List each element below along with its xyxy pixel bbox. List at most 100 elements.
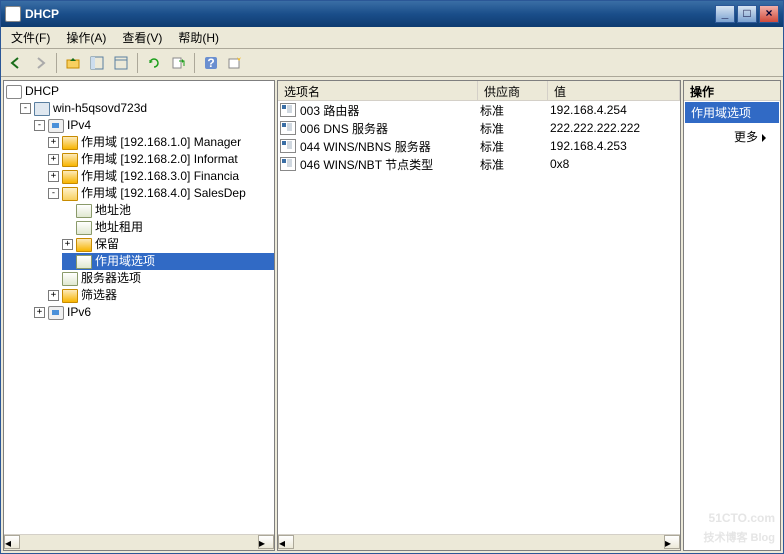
list-h-scrollbar[interactable]: ◂▸	[278, 534, 680, 550]
list-body: 003 路由器标准192.168.4.254006 DNS 服务器标准222.2…	[278, 101, 680, 173]
expand-toggle[interactable]: +	[62, 239, 73, 250]
collapse-toggle[interactable]: -	[20, 103, 31, 114]
tree-pane[interactable]: DHCP -win-h5qsovd723d -IPv4 +作用域 [192.16…	[3, 80, 275, 551]
menu-help[interactable]: 帮助(H)	[170, 27, 227, 48]
tree-server-options[interactable]: 服务器选项	[48, 270, 274, 287]
svg-text:?: ?	[207, 56, 214, 70]
properties-button[interactable]	[110, 52, 132, 74]
tree-address-pool[interactable]: 地址池	[62, 202, 274, 219]
tree-label: 地址租用	[95, 219, 143, 236]
cell-name: 044 WINS/NBNS 服务器	[300, 138, 480, 155]
forward-button[interactable]	[29, 52, 51, 74]
toolbar-separator-3	[194, 53, 195, 73]
tree-scope-options[interactable]: 作用域选项	[62, 253, 274, 270]
collapse-toggle[interactable]: -	[48, 188, 59, 199]
collapse-toggle[interactable]: -	[34, 120, 45, 131]
tree-scope-4[interactable]: - 作用域 [192.168.4.0] SalesDep	[48, 185, 274, 202]
cell-value: 222.222.222.222	[550, 121, 680, 135]
menubar: 文件(F) 操作(A) 查看(V) 帮助(H)	[1, 27, 783, 49]
menu-action[interactable]: 操作(A)	[58, 27, 114, 48]
expand-toggle[interactable]: +	[34, 307, 45, 318]
tree-scope-2[interactable]: + 作用域 [192.168.2.0] Informat	[48, 151, 274, 168]
scroll-left-button[interactable]: ◂	[4, 535, 20, 549]
minimize-button[interactable]: _	[715, 5, 735, 23]
titlebar: DHCP _ □ ×	[1, 1, 783, 27]
tree-label: 服务器选项	[81, 270, 141, 287]
maximize-button[interactable]: □	[737, 5, 757, 23]
cell-value: 192.168.4.254	[550, 103, 680, 117]
list-row[interactable]: 003 路由器标准192.168.4.254	[278, 101, 680, 119]
cell-vendor: 标准	[480, 156, 550, 173]
folder-icon	[62, 170, 78, 184]
server-options-icon	[62, 272, 78, 286]
ipv4-icon	[48, 119, 64, 133]
tree-filters[interactable]: + 筛选器	[48, 287, 274, 304]
content-area: DHCP -win-h5qsovd723d -IPv4 +作用域 [192.16…	[1, 78, 783, 553]
col-header-vendor[interactable]: 供应商	[478, 81, 548, 100]
cell-name: 003 路由器	[300, 102, 480, 119]
actions-context[interactable]: 作用域选项	[685, 102, 779, 123]
cell-vendor: 标准	[480, 120, 550, 137]
cell-name: 006 DNS 服务器	[300, 120, 480, 137]
list-row[interactable]: 006 DNS 服务器标准222.222.222.222	[278, 119, 680, 137]
export-button[interactable]	[167, 52, 189, 74]
help-icon: ?	[204, 56, 218, 70]
option-icon	[280, 157, 296, 171]
tree-ipv6[interactable]: + IPv6	[34, 304, 274, 321]
tree-scope-3[interactable]: + 作用域 [192.168.3.0] Financia	[48, 168, 274, 185]
show-hide-tree-button[interactable]	[86, 52, 108, 74]
tree-label: IPv6	[67, 304, 91, 321]
tree-h-scrollbar[interactable]: ◂▸	[4, 534, 274, 550]
wizard-icon	[228, 56, 242, 70]
tree-label: 作用域 [192.168.3.0] Financia	[81, 168, 239, 185]
actions-pane: 操作 作用域选项 更多	[683, 80, 781, 551]
tree-label: 筛选器	[81, 287, 117, 304]
close-button[interactable]: ×	[759, 5, 779, 23]
scroll-right-button[interactable]: ▸	[258, 535, 274, 549]
refresh-button[interactable]	[143, 52, 165, 74]
app-icon	[5, 6, 21, 22]
menu-view[interactable]: 查看(V)	[114, 27, 170, 48]
refresh-icon	[147, 56, 161, 70]
col-header-value[interactable]: 值	[548, 81, 680, 100]
toolbar-separator-2	[137, 53, 138, 73]
tree-reservations[interactable]: +保留	[62, 236, 274, 253]
expand-toggle[interactable]: +	[48, 154, 59, 165]
list-row[interactable]: 046 WINS/NBT 节点类型标准0x8	[278, 155, 680, 173]
cell-vendor: 标准	[480, 102, 550, 119]
actions-more[interactable]: 更多	[684, 124, 780, 149]
option-icon	[280, 139, 296, 153]
new-scope-button[interactable]	[224, 52, 246, 74]
scroll-right-button[interactable]: ▸	[664, 535, 680, 549]
tree-ipv4[interactable]: -IPv4	[34, 117, 274, 134]
option-icon	[280, 121, 296, 135]
expand-toggle[interactable]: +	[48, 290, 59, 301]
tree-address-lease[interactable]: 地址租用	[62, 219, 274, 236]
col-header-name[interactable]: 选项名	[278, 81, 478, 100]
folder-icon	[62, 136, 78, 150]
cell-name: 046 WINS/NBT 节点类型	[300, 156, 480, 173]
expand-toggle[interactable]: +	[48, 171, 59, 182]
menu-file[interactable]: 文件(F)	[3, 27, 58, 48]
scroll-left-button[interactable]: ◂	[278, 535, 294, 549]
help-button[interactable]: ?	[200, 52, 222, 74]
window-controls: _ □ ×	[715, 5, 779, 23]
back-button[interactable]	[5, 52, 27, 74]
up-level-button[interactable]	[62, 52, 84, 74]
folder-open-icon	[62, 187, 78, 201]
folder-icon	[76, 238, 92, 252]
cell-vendor: 标准	[480, 138, 550, 155]
expand-toggle[interactable]: +	[48, 137, 59, 148]
cell-value: 0x8	[550, 157, 680, 171]
tree-label: 作用域 [192.168.2.0] Informat	[81, 151, 238, 168]
window-title: DHCP	[25, 7, 715, 21]
list-header: 选项名 供应商 值	[278, 81, 680, 101]
tree-label: 作用域选项	[95, 253, 155, 270]
tree-root[interactable]: DHCP	[6, 83, 274, 100]
tree-label: 作用域 [192.168.4.0] SalesDep	[81, 185, 246, 202]
tree-scope-1[interactable]: +作用域 [192.168.1.0] Manager	[48, 134, 274, 151]
list-pane[interactable]: 选项名 供应商 值 003 路由器标准192.168.4.254006 DNS …	[277, 80, 681, 551]
filter-icon	[62, 289, 78, 303]
list-row[interactable]: 044 WINS/NBNS 服务器标准192.168.4.253	[278, 137, 680, 155]
tree-server[interactable]: -win-h5qsovd723d	[20, 100, 274, 117]
